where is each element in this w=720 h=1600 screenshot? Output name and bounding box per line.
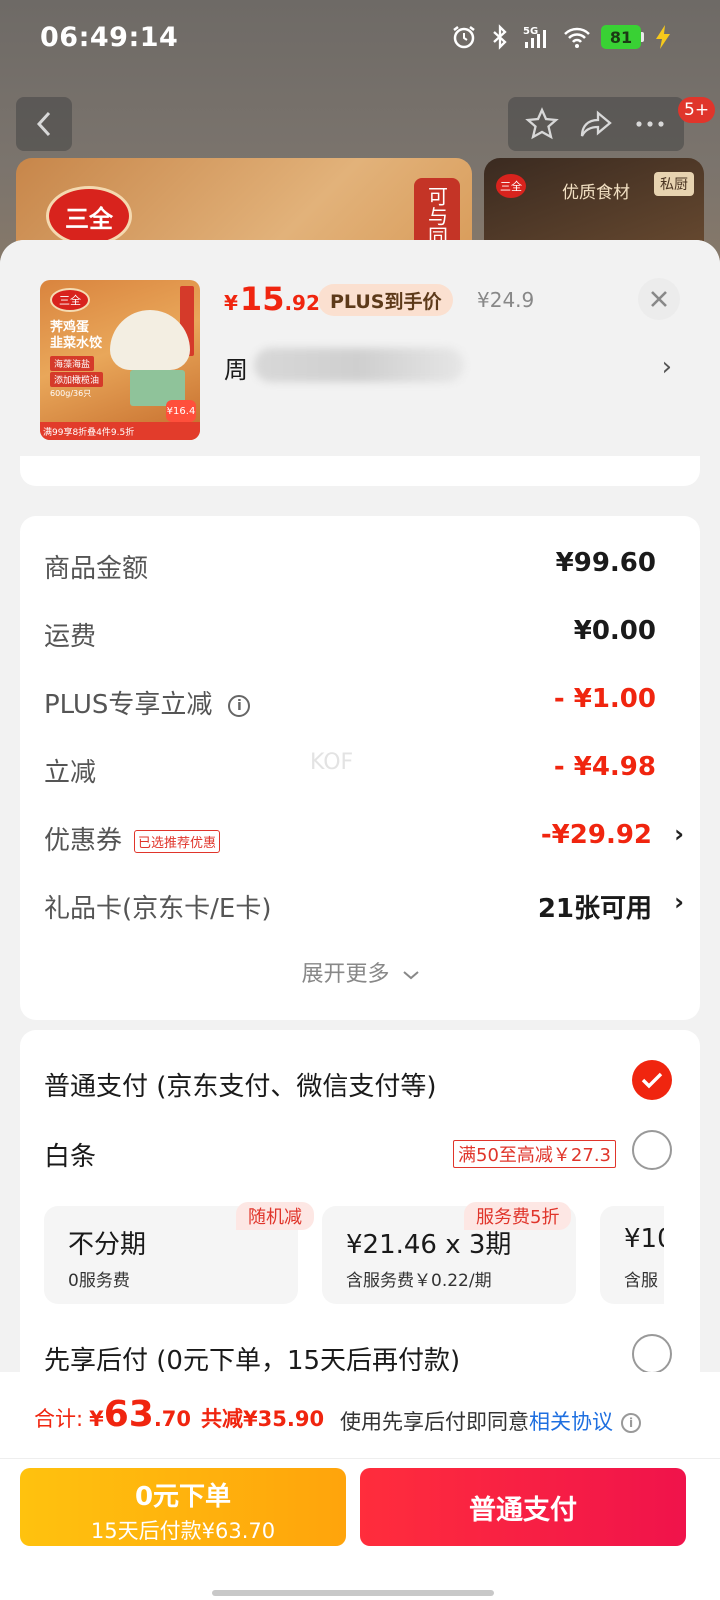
row-plus-discount: PLUS专享立减 i - ¥1.00 [44, 684, 656, 720]
radio-checked[interactable] [632, 1060, 672, 1100]
pay-option-normal[interactable]: 普通支付 (京东支付、微信支付等) [44, 1054, 672, 1110]
original-price: ¥24.9 [477, 288, 535, 312]
watermark: KOF [310, 750, 354, 775]
chevron-right-icon: › [661, 352, 672, 382]
bluetooth-icon [493, 24, 507, 50]
status-bar: 06:49:14 5G 81 [0, 0, 720, 80]
star-icon[interactable] [525, 107, 560, 141]
battery-level: 81 [601, 25, 641, 49]
collapsed-section-card [20, 456, 700, 486]
total-amount: 合计: ¥ 63 .70 共减¥35.90 [34, 1394, 325, 1435]
agreement-link[interactable]: 相关协议 [529, 1410, 613, 1434]
address-row[interactable]: 周 › [224, 344, 680, 388]
row-goods-amount: 商品金额 ¥99.60 [44, 548, 656, 584]
svg-text:5G: 5G [523, 26, 538, 37]
address-prefix: 周 [224, 356, 248, 384]
product-thumb-pill: 添加橄榄油 [50, 372, 104, 387]
product-thumb-banner: 满99享8折叠4件9.5折 [40, 422, 200, 440]
pay-later-button[interactable]: 0元下单 15天后付款¥63.70 [20, 1468, 346, 1546]
price-breakdown: 商品金额 ¥99.60 运费 ¥0.00 PLUS专享立减 i - ¥1.00 立… [20, 516, 700, 1020]
status-time: 06:49:14 [40, 22, 179, 53]
product-logo: 三全 [50, 288, 90, 312]
thumbnail-tag: 私厨 [654, 172, 694, 196]
total-saved: 共减¥35.90 [201, 1407, 325, 1431]
baitiao-promo-tag: 满50至高减￥27.3 [453, 1140, 616, 1168]
row-instant-discount: 立减 - ¥4.98 [44, 752, 656, 788]
product-header: 三全 荠鸡蛋 韭菜水饺 海藻海盐 添加橄榄油 600g/36只 ¥16.4 满9… [0, 240, 720, 460]
plan-tag-fee-discount: 服务费5折 [464, 1202, 572, 1230]
chevron-down-icon [402, 971, 419, 980]
normal-pay-button[interactable]: 普通支付 [360, 1468, 686, 1546]
payment-methods: 普通支付 (京东支付、微信支付等) 白条 满50至高减￥27.3 不分期 0服务… [20, 1030, 700, 1390]
charging-icon [656, 25, 670, 49]
row-coupon[interactable]: 优惠券 已选推荐优惠 -¥29.92 › [44, 808, 684, 868]
plan-tag-random-discount: 随机减 [236, 1202, 314, 1230]
row-shipping: 运费 ¥0.00 [44, 616, 656, 652]
row-gift-card[interactable]: 礼品卡(京东卡/E卡) 21张可用 › [44, 876, 684, 936]
expand-more-button[interactable]: 展开更多 [20, 956, 700, 988]
back-button[interactable] [16, 97, 72, 151]
plan-partial[interactable]: ¥10 含服 [600, 1206, 664, 1304]
close-button[interactable] [638, 278, 680, 320]
checkout-footer: 合计: ¥ 63 .70 共减¥35.90 使用先享后付即同意相关协议 i 0元下… [0, 1372, 720, 1600]
radio-unchecked[interactable] [632, 1334, 672, 1374]
installment-plans: 不分期 0服务费 ¥21.46 x 3期 含服务费￥0.22/期 ¥10 含服 [44, 1206, 664, 1306]
product-price: ¥ 15 .92 [224, 280, 320, 318]
product-thumb-name: 荠鸡蛋 韭菜水饺 [50, 320, 103, 351]
thumbnail-title: 优质食材 [562, 183, 630, 203]
home-indicator[interactable] [212, 1590, 494, 1596]
share-icon[interactable] [578, 107, 614, 141]
product-thumb-pill: 海藻海盐 [50, 356, 95, 371]
pay-option-baitiao[interactable]: 白条 满50至高减￥27.3 [44, 1124, 672, 1180]
plus-price-badge: PLUS到手价 [318, 284, 454, 316]
coupon-recommended-tag: 已选推荐优惠 [134, 830, 221, 853]
radio-unchecked[interactable] [632, 1130, 672, 1170]
alarm-icon [453, 26, 475, 49]
dumpling-image [110, 310, 190, 370]
message-badge: 5+ [678, 97, 716, 123]
status-icons: 5G 81 [451, 24, 672, 50]
address-redacted [254, 348, 464, 382]
product-thumb-price: ¥16.4 [166, 400, 196, 422]
chevron-right-icon: › [674, 820, 684, 848]
brand-logo-small: 三全 [496, 174, 526, 198]
info-icon[interactable]: i [621, 1413, 641, 1433]
product-thumbnail[interactable]: 三全 荠鸡蛋 韭菜水饺 海藻海盐 添加橄榄油 600g/36只 ¥16.4 满9… [40, 280, 200, 440]
chevron-right-icon: › [674, 888, 684, 916]
signal-5g-icon: 5G [523, 26, 546, 48]
agreement-text: 使用先享后付即同意相关协议 i [340, 1406, 641, 1436]
chevron-left-icon [36, 111, 51, 137]
battery-icon: 81 [601, 25, 644, 49]
brand-logo: 三全 [46, 186, 132, 246]
info-icon[interactable]: i [228, 694, 251, 717]
product-thumb-weight: 600g/36只 [50, 389, 92, 398]
more-icon[interactable] [633, 107, 667, 141]
nav-actions [508, 97, 684, 151]
wifi-icon [564, 27, 590, 48]
check-icon [641, 1072, 663, 1089]
close-icon [651, 291, 667, 307]
